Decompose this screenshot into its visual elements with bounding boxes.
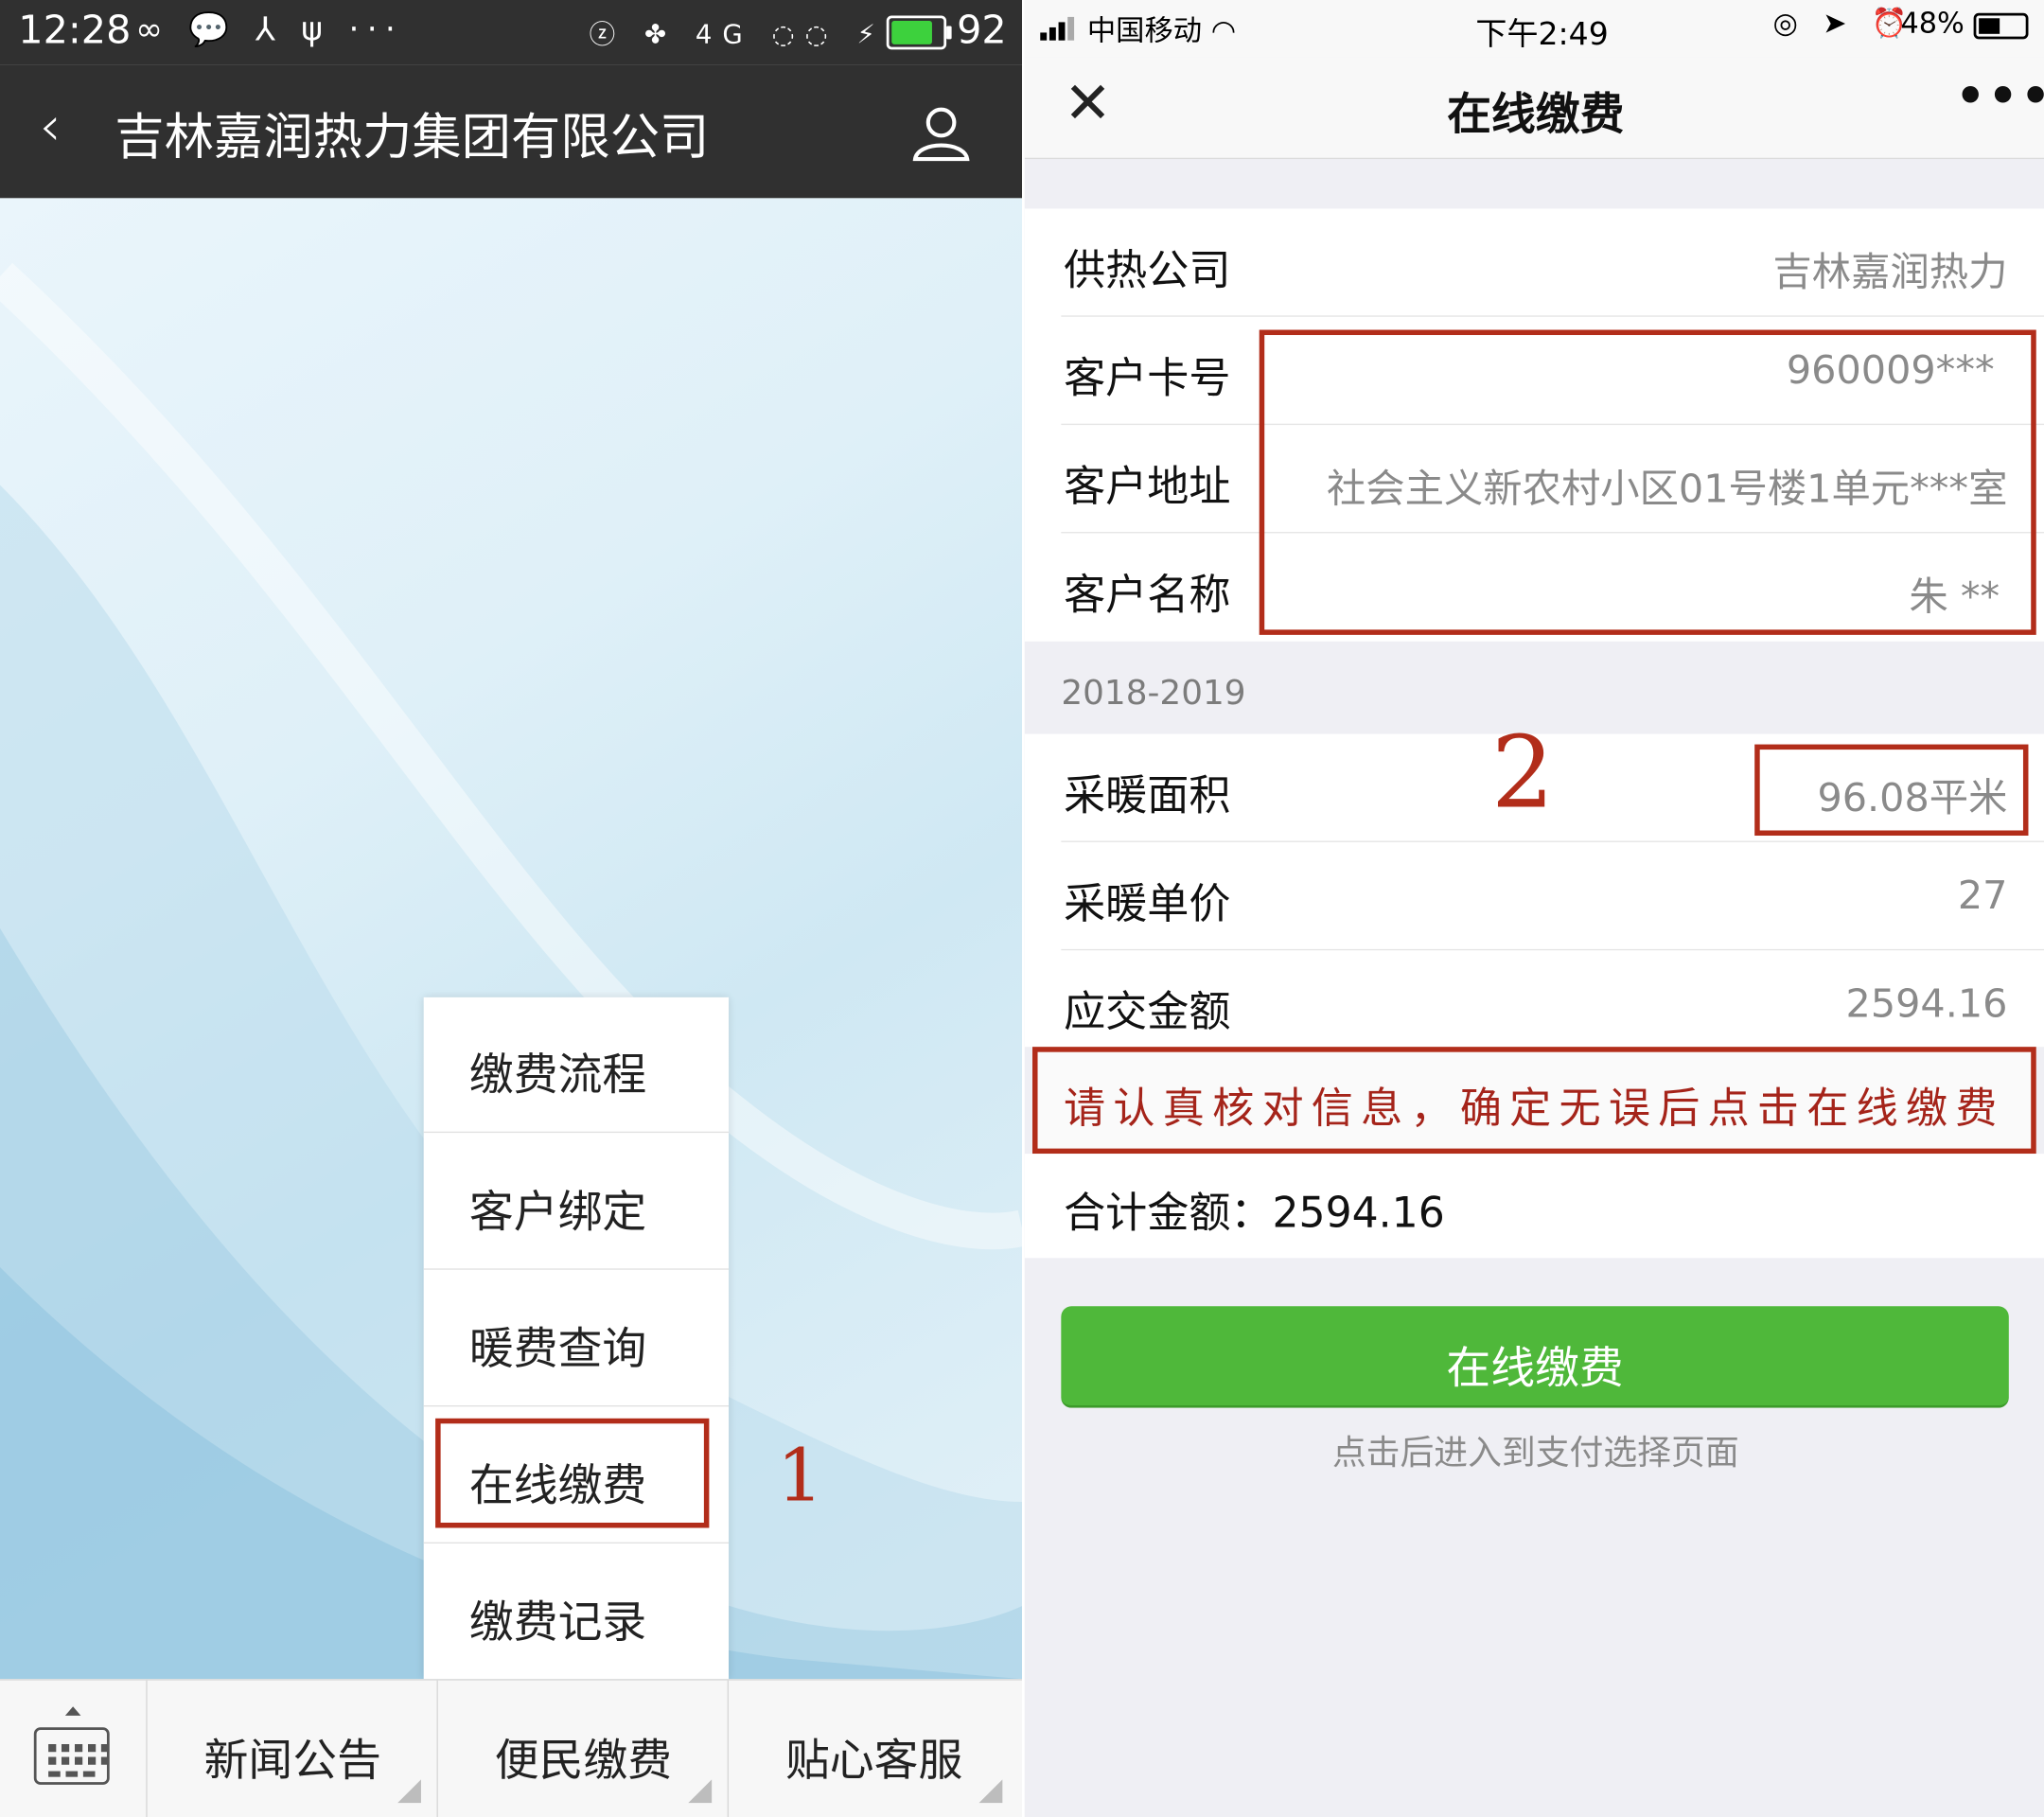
status-time: 12:28: [18, 8, 132, 54]
account-nav-bar: ‹ 吉林嘉润热力集团有限公司: [0, 64, 1022, 199]
bottom-menu-bar: ▪▪▪▪▪ ▪▪▪▪▪ ▬▬▬ 新闻公告 便民缴费 贴心客服: [0, 1679, 1022, 1817]
highlight-box-heating-area: [1754, 744, 2029, 837]
tab-customer-service[interactable]: 贴心客服: [727, 1680, 1018, 1817]
season-label: 2018-2019: [1061, 674, 1246, 714]
back-icon[interactable]: ‹: [39, 94, 61, 158]
tab-convenience-payment[interactable]: 便民缴费: [436, 1680, 727, 1817]
customer-info-group: 供热公司 吉林嘉润热力 客户卡号 960009*** 客户地址 社会主义新农村小…: [1024, 208, 2044, 642]
profile-icon[interactable]: [910, 101, 973, 164]
battery-icon: [1973, 12, 2029, 40]
total-amount-row: 合计金额：2594.16: [1024, 1154, 2044, 1259]
info-row-amount-due: 应交金额 2594.16: [1064, 981, 2008, 1037]
submenu-indicator-icon: [978, 1779, 1003, 1804]
annotation-number-2: 2: [1490, 714, 1555, 831]
menu-item-customer-binding[interactable]: 客户绑定: [423, 1134, 730, 1270]
info-row-company: 供热公司 吉林嘉润热力: [1025, 208, 2044, 317]
android-status-bar: 12:28 ∞ 💬 ⅄ ψ ··· ⓩ ✤ 4G ◌◌ ⚡ 92: [0, 0, 1022, 65]
submenu-indicator-icon: [397, 1779, 421, 1804]
left-screenshot: 12:28 ∞ 💬 ⅄ ψ ··· ⓩ ✤ 4G ◌◌ ⚡ 92 ‹ 吉林嘉润热…: [0, 0, 1022, 1817]
caret-up-icon: [64, 1706, 81, 1716]
carrier-name: 中国移动 ◠: [1086, 15, 1237, 48]
more-icon[interactable]: •••: [1955, 70, 2044, 123]
highlight-box-online-payment: [435, 1418, 710, 1528]
ios-status-bar: 中国移动 ◠ 下午2:49 ◎ ➤ ⏰ 48%: [1024, 0, 2044, 58]
total-amount: 合计金额：2594.16: [1064, 1187, 1445, 1238]
keyboard-icon[interactable]: ▪▪▪▪▪ ▪▪▪▪▪ ▬▬▬: [33, 1727, 111, 1785]
online-payment-button[interactable]: 在线缴费: [1061, 1306, 2009, 1408]
signal-icon: [1040, 16, 1077, 41]
tab-news[interactable]: 新闻公告: [146, 1680, 436, 1817]
verification-notice: 请认真核对信息，确定无误后点击在线缴费: [1032, 1047, 2036, 1155]
system-icons: ⓩ ✤ 4G ◌◌ ⚡: [589, 18, 886, 50]
popup-menu: 缴费流程 客户绑定 暖费查询 在线缴费 缴费记录: [423, 997, 730, 1680]
status-time: 下午2:49: [1475, 15, 1609, 53]
submenu-indicator-icon: [688, 1779, 713, 1804]
battery-percent: 92: [957, 8, 1007, 54]
highlight-box-customer-info: [1259, 329, 2036, 635]
info-row-unit-price: 采暖单价 27: [1025, 842, 2044, 951]
battery-percent: 48%: [1900, 8, 1965, 41]
wifi-icon: ◠: [1210, 15, 1237, 48]
page-title: 在线缴费: [1447, 88, 1625, 141]
menu-item-payment-records[interactable]: 缴费记录: [424, 1544, 729, 1680]
menu-item-fee-query[interactable]: 暖费查询: [423, 1271, 730, 1407]
page-title: 吉林嘉润热力集团有限公司: [115, 108, 710, 166]
web-nav-bar: ✕ 在线缴费 •••: [1024, 57, 2044, 160]
menu-item-payment-process[interactable]: 缴费流程: [423, 997, 730, 1134]
payment-hint: 点击后进入到支付选择页面: [1331, 1434, 1739, 1473]
battery-icon: [886, 15, 952, 50]
notification-icons: ∞ 💬 ⅄ ψ ···: [135, 10, 404, 48]
right-screenshot: 中国移动 ◠ 下午2:49 ◎ ➤ ⏰ 48% ✕ 在线缴费 ••• 供热公司 …: [1022, 0, 2044, 1817]
status-icons: ◎ ➤ ⏰: [1772, 8, 1915, 41]
annotation-number-1: 1: [777, 1434, 824, 1519]
